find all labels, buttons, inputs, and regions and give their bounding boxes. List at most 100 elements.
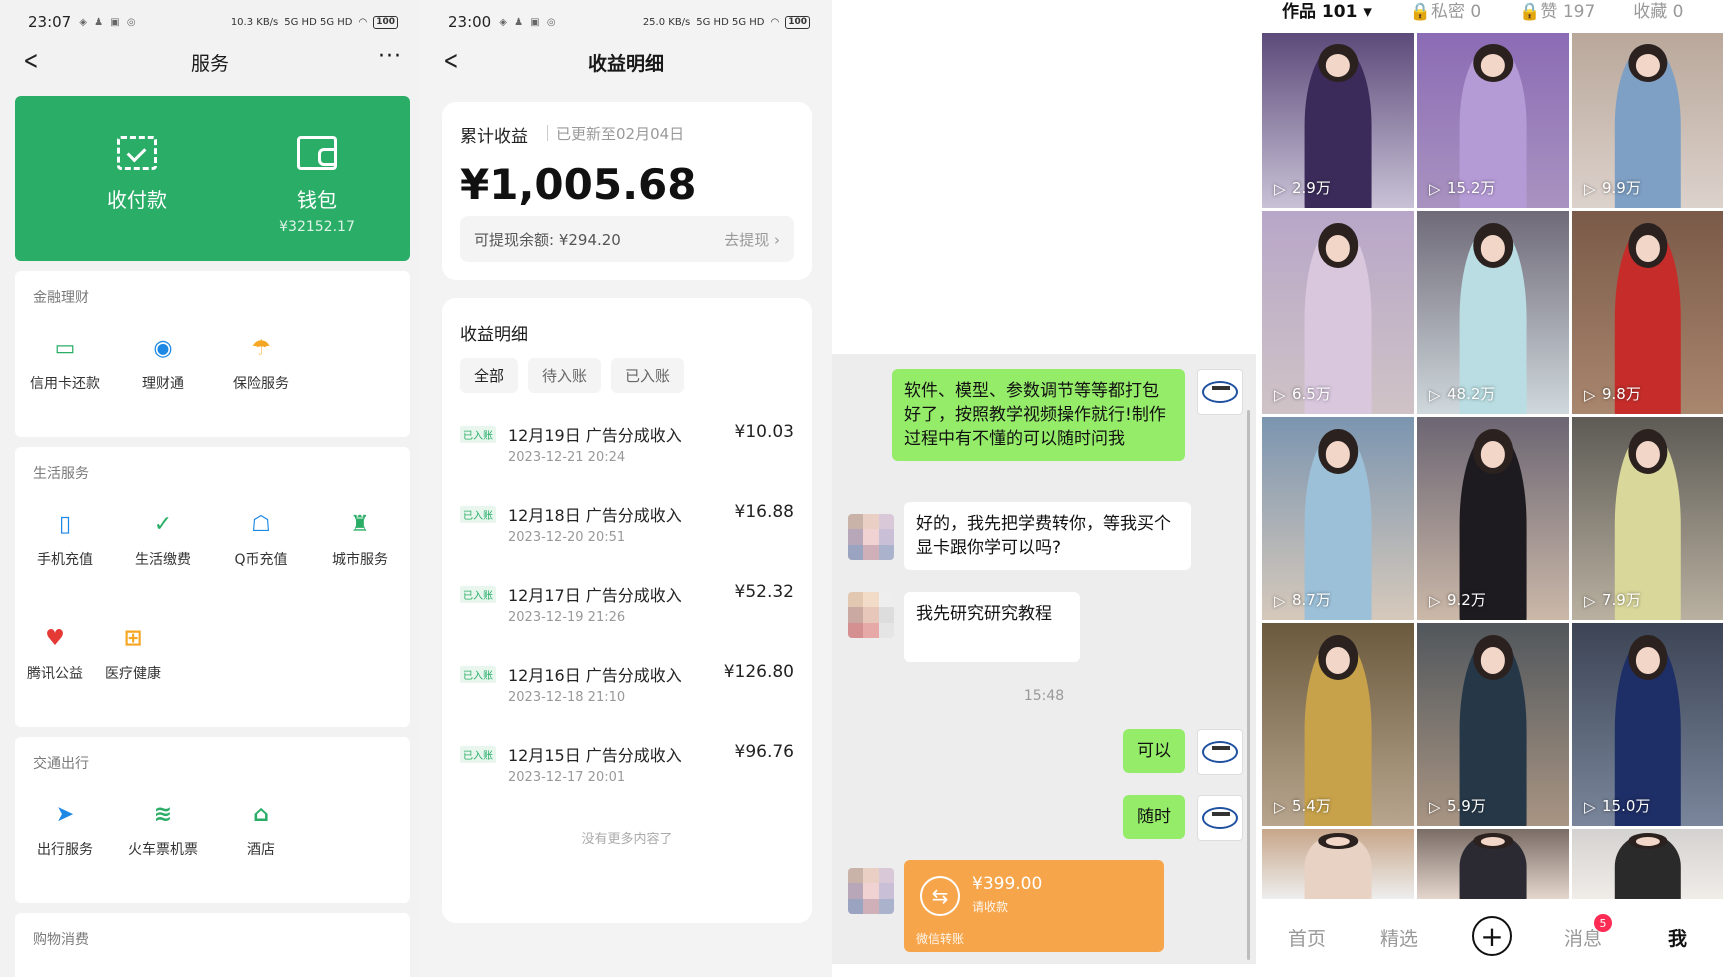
video-tile[interactable]: 5.9万 ▷ — [1417, 623, 1569, 826]
my-avatar[interactable] — [1197, 369, 1243, 415]
earning-row[interactable]: 已入账 12月17日 广告分成收入 2023-12-19 21:26 ¥52.3… — [460, 582, 794, 642]
wallet-icon — [297, 136, 337, 170]
service-label: 保险服务 — [233, 376, 289, 392]
wallet-button[interactable]: 钱包 ¥32152.17 — [247, 136, 387, 235]
earning-row[interactable]: 已入账 12月18日 广告分成收入 2023-12-20 20:51 ¥16.8… — [460, 502, 794, 562]
section-title: 交通出行 — [33, 756, 89, 772]
services-panel: 23:07 ◈ ♟ ▣ ◎ 10.3 KB/s 5G HD 5G HD ◠ 10… — [0, 0, 420, 977]
contact-avatar[interactable] — [848, 592, 894, 638]
play-icon: ▷ — [1274, 592, 1286, 610]
video-tile[interactable]: 15.0万 ▷ — [1572, 623, 1723, 826]
video-tile[interactable]: 15.2万 ▷ — [1417, 33, 1569, 208]
video-tile[interactable]: 9.8万 ▷ — [1572, 211, 1723, 414]
medical-health[interactable]: ⊞ 医疗健康 — [83, 623, 183, 683]
video-tile[interactable]: 9.9万 ▷ — [1572, 33, 1723, 208]
back-icon[interactable]: < — [443, 46, 458, 76]
earning-row[interactable]: 已入账 12月19日 广告分成收入 2023-12-21 20:24 ¥10.0… — [460, 422, 794, 482]
video-tile[interactable]: 6.5万 ▷ — [1262, 211, 1414, 414]
play-count: 5.9万 — [1447, 797, 1486, 815]
no-more-text: 没有更多内容了 — [581, 832, 673, 847]
filter-pending[interactable]: 待入账 — [528, 358, 602, 393]
status-time: 23:00 — [448, 13, 492, 31]
divider — [547, 125, 548, 141]
status-badge: 已入账 — [460, 666, 496, 683]
nav-me[interactable]: 我 — [1668, 924, 1687, 951]
nav-home[interactable]: 首页 — [1288, 924, 1326, 951]
train-flight-tickets[interactable]: ≋ 火车票机票 — [113, 799, 213, 859]
status-bar: 23:07 ◈ ♟ ▣ ◎ 10.3 KB/s 5G HD 5G HD ◠ 10… — [0, 0, 420, 44]
video-tile[interactable]: 8.7万 ▷ — [1262, 417, 1414, 620]
status-badge: 已入账 — [460, 506, 496, 523]
city-service[interactable]: ♜ 城市服务 — [310, 509, 410, 569]
message-bubble-incoming[interactable]: 好的，我先把学费转你，等我买个显卡跟你学可以吗? — [904, 502, 1191, 570]
transfer-card[interactable]: ⇆ ¥399.00 请收款 微信转账 — [904, 860, 1164, 952]
video-tile[interactable]: 9.2万 ▷ — [1417, 417, 1569, 620]
tab-works[interactable]: 作品 101 ▾ — [1282, 0, 1372, 22]
filter-credited[interactable]: 已入账 — [611, 358, 685, 393]
finance-section: 金融理财 ▭ 信用卡还款 ◉ 理财通 ☂ 保险服务 — [15, 271, 410, 437]
message-bubble-outgoing[interactable]: 可以 — [1123, 729, 1185, 773]
play-count: 2.9万 — [1292, 179, 1331, 197]
video-tile[interactable] — [1262, 829, 1414, 899]
updated-text: 已更新至02月04日 — [556, 125, 685, 143]
status-time: 23:07 — [28, 13, 72, 31]
pay-receive-button[interactable]: 收付款 — [67, 136, 207, 213]
time-divider: 15:48 — [1023, 688, 1065, 704]
logo-icon — [1202, 741, 1238, 763]
back-icon[interactable]: < — [23, 46, 38, 76]
tab-likes[interactable]: 🔒赞 197 — [1519, 0, 1595, 22]
message-bubble-outgoing[interactable]: 随时 — [1123, 795, 1185, 839]
bottom-nav: 首页 精选 + 消息 5 我 — [1256, 904, 1723, 964]
compass-icon: ➤ — [55, 801, 75, 827]
scrollbar[interactable] — [1247, 410, 1250, 960]
play-icon: ▷ — [1429, 592, 1441, 610]
service-label: 城市服务 — [332, 552, 388, 568]
hotel-service[interactable]: ⌂ 酒店 — [211, 799, 311, 859]
video-tile[interactable] — [1572, 829, 1723, 899]
my-avatar[interactable] — [1197, 729, 1243, 775]
row-amount: ¥96.76 — [734, 742, 794, 762]
withdrawable-balance: 可提现余额: ¥294.20 — [474, 230, 621, 249]
train-icon: ≋ — [153, 801, 173, 827]
utility-payment[interactable]: ✓ 生活缴费 — [113, 509, 213, 569]
filter-all[interactable]: 全部 — [460, 358, 519, 393]
earnings-panel: 23:00 ◈ ♟ ▣ ◎ 25.0 KB/s 5G HD 5G HD ◠ 10… — [420, 0, 832, 977]
message-bubble-outgoing[interactable]: 软件、模型、参数调节等等都打包好了，按照教学视频操作就行!制作过程中有不懂的可以… — [892, 369, 1185, 461]
earning-row[interactable]: 已入账 12月15日 广告分成收入 2023-12-17 20:01 ¥96.7… — [460, 742, 794, 802]
row-title: 12月15日 广告分成收入 — [508, 746, 682, 765]
withdraw-link[interactable]: 去提现 › — [724, 229, 780, 250]
insurance-service[interactable]: ☂ 保险服务 — [211, 333, 311, 393]
row-title: 12月18日 广告分成收入 — [508, 506, 682, 525]
play-icon: ▷ — [1429, 798, 1441, 816]
video-tile[interactable]: 48.2万 ▷ — [1417, 211, 1569, 414]
travel-service[interactable]: ➤ 出行服务 — [15, 799, 115, 859]
video-tile[interactable] — [1417, 829, 1569, 899]
logo-icon — [1202, 381, 1238, 403]
contact-avatar[interactable] — [848, 514, 894, 560]
withdraw-row[interactable]: 可提现余额: ¥294.20 去提现 › — [460, 216, 794, 262]
wealth-service[interactable]: ◉ 理财通 — [113, 333, 213, 393]
video-tile[interactable]: 7.9万 ▷ — [1572, 417, 1723, 620]
video-tile[interactable]: 2.9万 ▷ — [1262, 33, 1414, 208]
nav-featured[interactable]: 精选 — [1380, 924, 1418, 951]
status-badge: 已入账 — [460, 746, 496, 763]
message-bubble-incoming[interactable]: 我先研究研究教程 — [904, 592, 1080, 662]
tab-favorites[interactable]: 收藏 0 — [1633, 0, 1683, 22]
video-tile[interactable]: 5.4万 ▷ — [1262, 623, 1414, 826]
status-right: 25.0 KB/s 5G HD 5G HD ◠ 100 — [643, 15, 810, 29]
credit-card-repay[interactable]: ▭ 信用卡还款 — [15, 333, 115, 393]
profile-tabs: 作品 101 ▾ 🔒私密 0 🔒赞 197 收藏 0 — [1256, 0, 1723, 30]
tab-private[interactable]: 🔒私密 0 — [1410, 0, 1481, 22]
more-icon[interactable]: ··· — [378, 44, 402, 69]
my-avatar[interactable] — [1197, 795, 1243, 841]
scan-check-icon — [117, 136, 157, 170]
mobile-topup[interactable]: ▯ 手机充值 — [15, 509, 115, 569]
play-count: 8.7万 — [1292, 591, 1331, 609]
hotel-bed-icon: ⌂ — [253, 801, 269, 827]
earning-row[interactable]: 已入账 12月16日 广告分成收入 2023-12-18 21:10 ¥126.… — [460, 662, 794, 722]
qcoin-topup[interactable]: ☖ Q币充值 — [211, 509, 311, 569]
earnings-list-card: 收益明细 全部 待入账 已入账 已入账 12月19日 广告分成收入 2023-1… — [442, 298, 812, 923]
chat-panel: 软件、模型、参数调节等等都打包好了，按照教学视频操作就行!制作过程中有不懂的可以… — [832, 0, 1256, 977]
contact-avatar[interactable] — [848, 868, 894, 914]
create-plus-icon[interactable]: + — [1472, 916, 1512, 956]
